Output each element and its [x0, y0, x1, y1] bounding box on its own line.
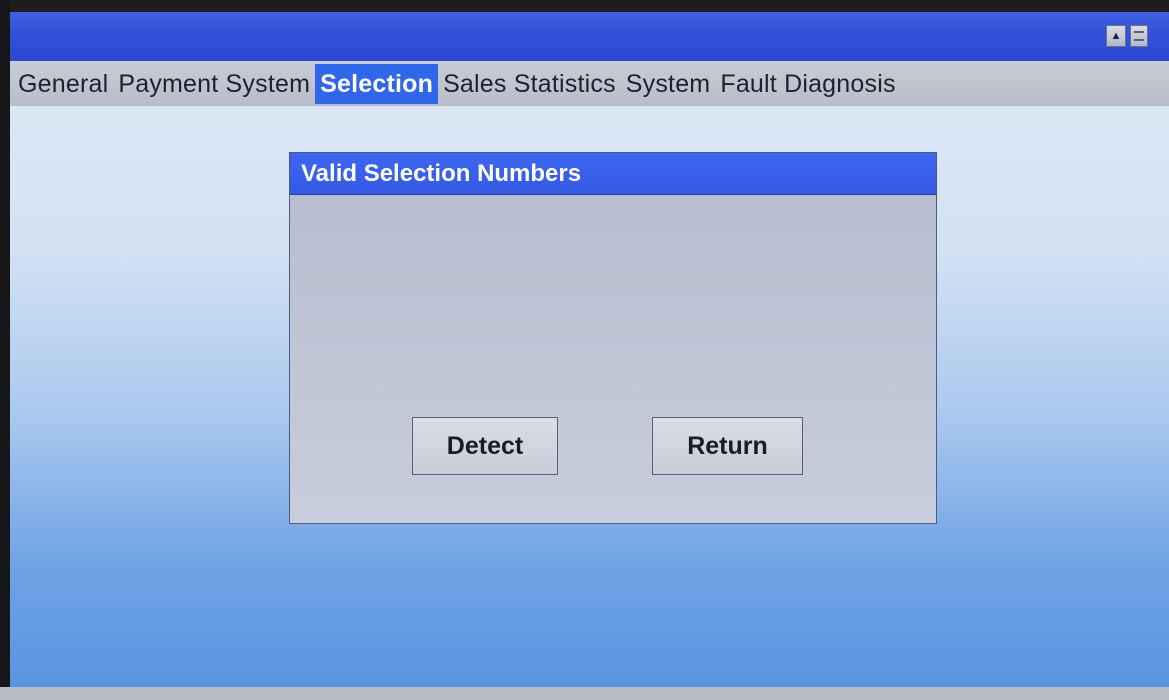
tab-sales-statistics[interactable]: Sales Statistics [438, 64, 621, 104]
tab-payment-system[interactable]: Payment System [113, 64, 315, 104]
triangle-up-icon[interactable]: ▲ [1106, 25, 1126, 47]
menu-icon[interactable] [1130, 25, 1148, 47]
title-bar: ▲ [10, 12, 1169, 61]
tab-system[interactable]: System [621, 64, 716, 104]
bottom-strip [0, 687, 1169, 700]
menu-lines [1134, 31, 1144, 41]
tab-general[interactable]: General [10, 64, 113, 104]
return-button[interactable]: Return [652, 417, 803, 475]
dialog-header: Valid Selection Numbers [290, 153, 936, 195]
display-area: ▲ General Payment System Selection Sales… [10, 12, 1169, 687]
tab-selection[interactable]: Selection [315, 63, 439, 104]
valid-selection-dialog: Valid Selection Numbers Detect Return [289, 152, 937, 524]
tab-bar: General Payment System Selection Sales S… [10, 61, 1169, 106]
screen-bezel [0, 0, 10, 700]
dialog-title: Valid Selection Numbers [301, 160, 582, 187]
triangle-up-glyph: ▲ [1110, 30, 1122, 42]
detect-button[interactable]: Detect [412, 417, 558, 475]
tab-fault-diagnosis[interactable]: Fault Diagnosis [715, 64, 900, 104]
screen: ▲ General Payment System Selection Sales… [0, 0, 1169, 700]
